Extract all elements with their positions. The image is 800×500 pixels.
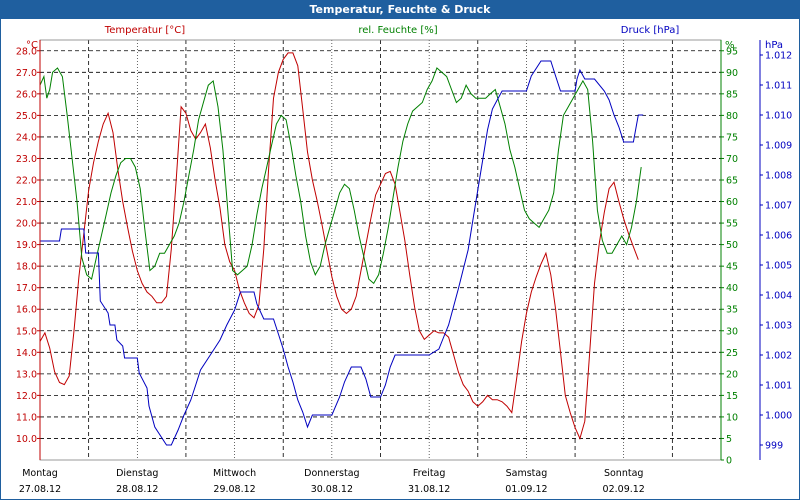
humidity-tick-label: 65 <box>726 176 738 187</box>
humidity-tick-label: 60 <box>726 197 738 208</box>
pressure-tick-label: 1.007 <box>765 201 792 212</box>
x-tick-day: Freitag <box>413 468 446 479</box>
chart: 10.0 11.0 12.0 13.0 14.0 15.0 16.0 17.0 18.0 19.0… <box>16 25 792 495</box>
temperature-tick-label: 17.0 <box>16 283 37 294</box>
temperature-tick-label: 25.0 <box>16 111 37 122</box>
pressure-tick-label: 1.011 <box>765 81 792 92</box>
pressure-tick-label: 1.001 <box>765 381 792 392</box>
temperature-tick-label: 19.0 <box>16 240 37 251</box>
humidity-tick-label: 35 <box>726 305 738 316</box>
x-tick-day: Samstag <box>506 468 548 479</box>
series-line-humidity <box>39 67 642 285</box>
humidity-tick-label: 40 <box>726 283 738 294</box>
humidity-tick-label: 45 <box>726 262 738 273</box>
temperature-tick-label: 15.0 <box>16 326 37 337</box>
humidity-tick-label: 85 <box>726 89 738 100</box>
humidity-tick-label: 5 <box>726 434 732 445</box>
pressure-tick-label: 1.010 <box>765 111 792 122</box>
temperature-tick-label: 21.0 <box>16 197 37 208</box>
series-line-pressure <box>40 60 644 446</box>
x-tick-day: Dienstag <box>116 468 158 479</box>
series-lines <box>39 52 644 446</box>
humidity-tick-label: 25 <box>726 348 738 359</box>
pressure-tick-label: 1.008 <box>765 171 792 182</box>
x-tick-day: Montag <box>22 468 58 479</box>
temperature-tick-label: 14.0 <box>16 348 37 359</box>
pressure-tick-label: 1.012 <box>765 51 792 62</box>
pressure-axis-title: Druck [hPa] <box>621 25 680 36</box>
x-tick-day: Mittwoch <box>213 468 256 479</box>
humidity-tick-label: 10 <box>726 412 738 423</box>
pressure-tick-label: 1.002 <box>765 351 792 362</box>
x-tick-date: 02.09.12 <box>603 484 645 495</box>
temperature-unit: °C <box>26 40 38 51</box>
temperature-tick-label: 10.0 <box>16 434 37 445</box>
pressure-tick-label: 1.006 <box>765 231 792 242</box>
axes: 10.0 11.0 12.0 13.0 14.0 15.0 16.0 17.0 18.0 19.0… <box>16 25 792 495</box>
temperature-axis-title: Temperatur [°C] <box>104 25 185 36</box>
humidity-tick-label: 70 <box>726 154 738 165</box>
pressure-tick-label: 999 <box>765 441 783 452</box>
temperature-tick-label: 12.0 <box>16 391 37 402</box>
temperature-tick-label: 27.0 <box>16 68 37 79</box>
x-tick-date: 28.08.12 <box>116 484 158 495</box>
humidity-tick-label: 75 <box>726 132 738 143</box>
temperature-tick-label: 23.0 <box>16 154 37 165</box>
humidity-unit: % <box>725 40 735 51</box>
humidity-tick-label: 55 <box>726 219 738 230</box>
humidity-tick-label: 90 <box>726 68 738 79</box>
x-tick-date: 30.08.12 <box>311 484 353 495</box>
temperature-tick-label: 16.0 <box>16 305 37 316</box>
humidity-tick-label: 80 <box>726 111 738 122</box>
pressure-tick-label: 1.005 <box>765 261 792 272</box>
temperature-tick-label: 26.0 <box>16 89 37 100</box>
x-tick-date: 29.08.12 <box>213 484 255 495</box>
temperature-tick-label: 22.0 <box>16 176 37 187</box>
temperature-tick-label: 20.0 <box>16 219 37 230</box>
temperature-tick-label: 24.0 <box>16 132 37 143</box>
humidity-tick-label: 20 <box>726 369 738 380</box>
pressure-unit: hPa <box>765 40 783 51</box>
x-tick-day: Sonntag <box>604 468 643 479</box>
humidity-axis-title: rel. Feuchte [%] <box>358 25 437 36</box>
pressure-tick-label: 1.000 <box>765 411 792 422</box>
pressure-tick-label: 1.009 <box>765 141 792 152</box>
humidity-tick-label: 30 <box>726 326 738 337</box>
x-tick-day: Donnerstag <box>304 468 359 479</box>
humidity-tick-label: 50 <box>726 240 738 251</box>
x-tick-date: 27.08.12 <box>19 484 61 495</box>
x-tick-date: 31.08.12 <box>408 484 450 495</box>
series-line-temperature <box>39 52 639 440</box>
x-tick-date: 01.09.12 <box>505 484 547 495</box>
pressure-tick-label: 1.004 <box>765 291 792 302</box>
pressure-tick-label: 1.003 <box>765 321 792 332</box>
temperature-tick-label: 11.0 <box>16 412 37 423</box>
temperature-tick-label: 18.0 <box>16 262 37 273</box>
humidity-tick-label: 0 <box>726 456 732 467</box>
temperature-tick-label: 13.0 <box>16 369 37 380</box>
humidity-tick-label: 15 <box>726 391 738 402</box>
